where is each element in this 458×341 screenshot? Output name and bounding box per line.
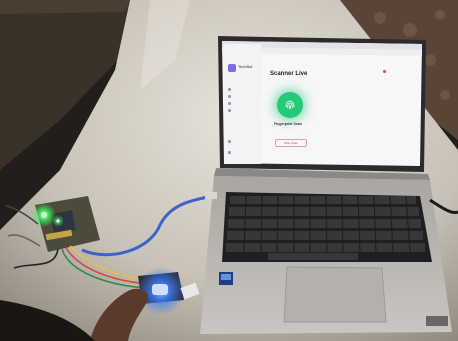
nav-item-icon xyxy=(228,109,231,112)
stop-scan-button[interactable]: Stop Scan xyxy=(275,139,307,147)
laptop-touchpad xyxy=(283,266,387,323)
board-led xyxy=(41,212,47,218)
screen-app: TechBot Scanner Live Fingerprint Scan St… xyxy=(224,44,420,164)
app-logo-icon xyxy=(228,64,236,72)
app-brand: TechBot xyxy=(238,64,253,69)
sensor-glass xyxy=(152,284,168,295)
nav-item-icon xyxy=(228,140,231,143)
scan-label: Fingerprint Scan xyxy=(274,122,302,126)
nav-item-icon xyxy=(228,151,231,154)
page-title: Scanner Live xyxy=(270,71,308,77)
nav-item-icon xyxy=(228,95,231,98)
status-dot xyxy=(383,70,386,73)
fingerprint-icon xyxy=(285,100,295,110)
nav-item-icon xyxy=(228,102,231,105)
nav-item-icon xyxy=(228,88,231,91)
